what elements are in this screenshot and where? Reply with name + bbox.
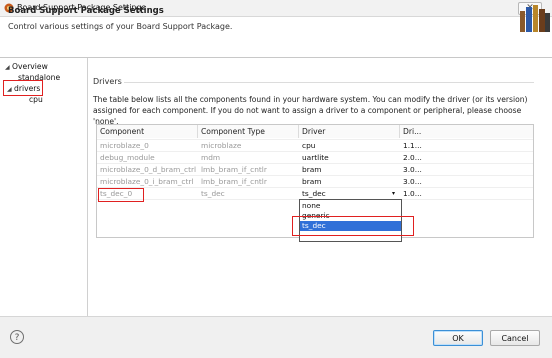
- column-header-driver[interactable]: Driver: [299, 125, 400, 138]
- section-description: The table below lists all the components…: [93, 95, 528, 126]
- tree-item-overview[interactable]: ◢ Overview: [5, 62, 48, 71]
- highlight-box: [292, 216, 414, 236]
- column-header-component[interactable]: Component: [97, 125, 198, 138]
- dropdown-option-none[interactable]: none: [300, 201, 401, 211]
- tree-item-cpu[interactable]: cpu: [29, 95, 43, 104]
- section-title: Drivers: [93, 77, 122, 86]
- tree-label: Overview: [12, 62, 48, 71]
- highlight-box: [98, 188, 144, 202]
- column-header-version[interactable]: Dri...: [400, 125, 533, 138]
- divider: [124, 82, 534, 83]
- page-title: Board Support Package Settings: [8, 6, 164, 16]
- cancel-button[interactable]: Cancel: [490, 330, 540, 346]
- column-header-type[interactable]: Component Type: [198, 125, 299, 138]
- settings-tree: [0, 58, 88, 316]
- page-description: Control various settings of your Board S…: [8, 22, 233, 31]
- ok-button[interactable]: OK: [433, 330, 483, 346]
- help-button[interactable]: ?: [10, 330, 24, 344]
- books-icon: [520, 5, 550, 32]
- collapse-arrow-icon[interactable]: ◢: [5, 64, 10, 71]
- highlight-box: [3, 80, 43, 96]
